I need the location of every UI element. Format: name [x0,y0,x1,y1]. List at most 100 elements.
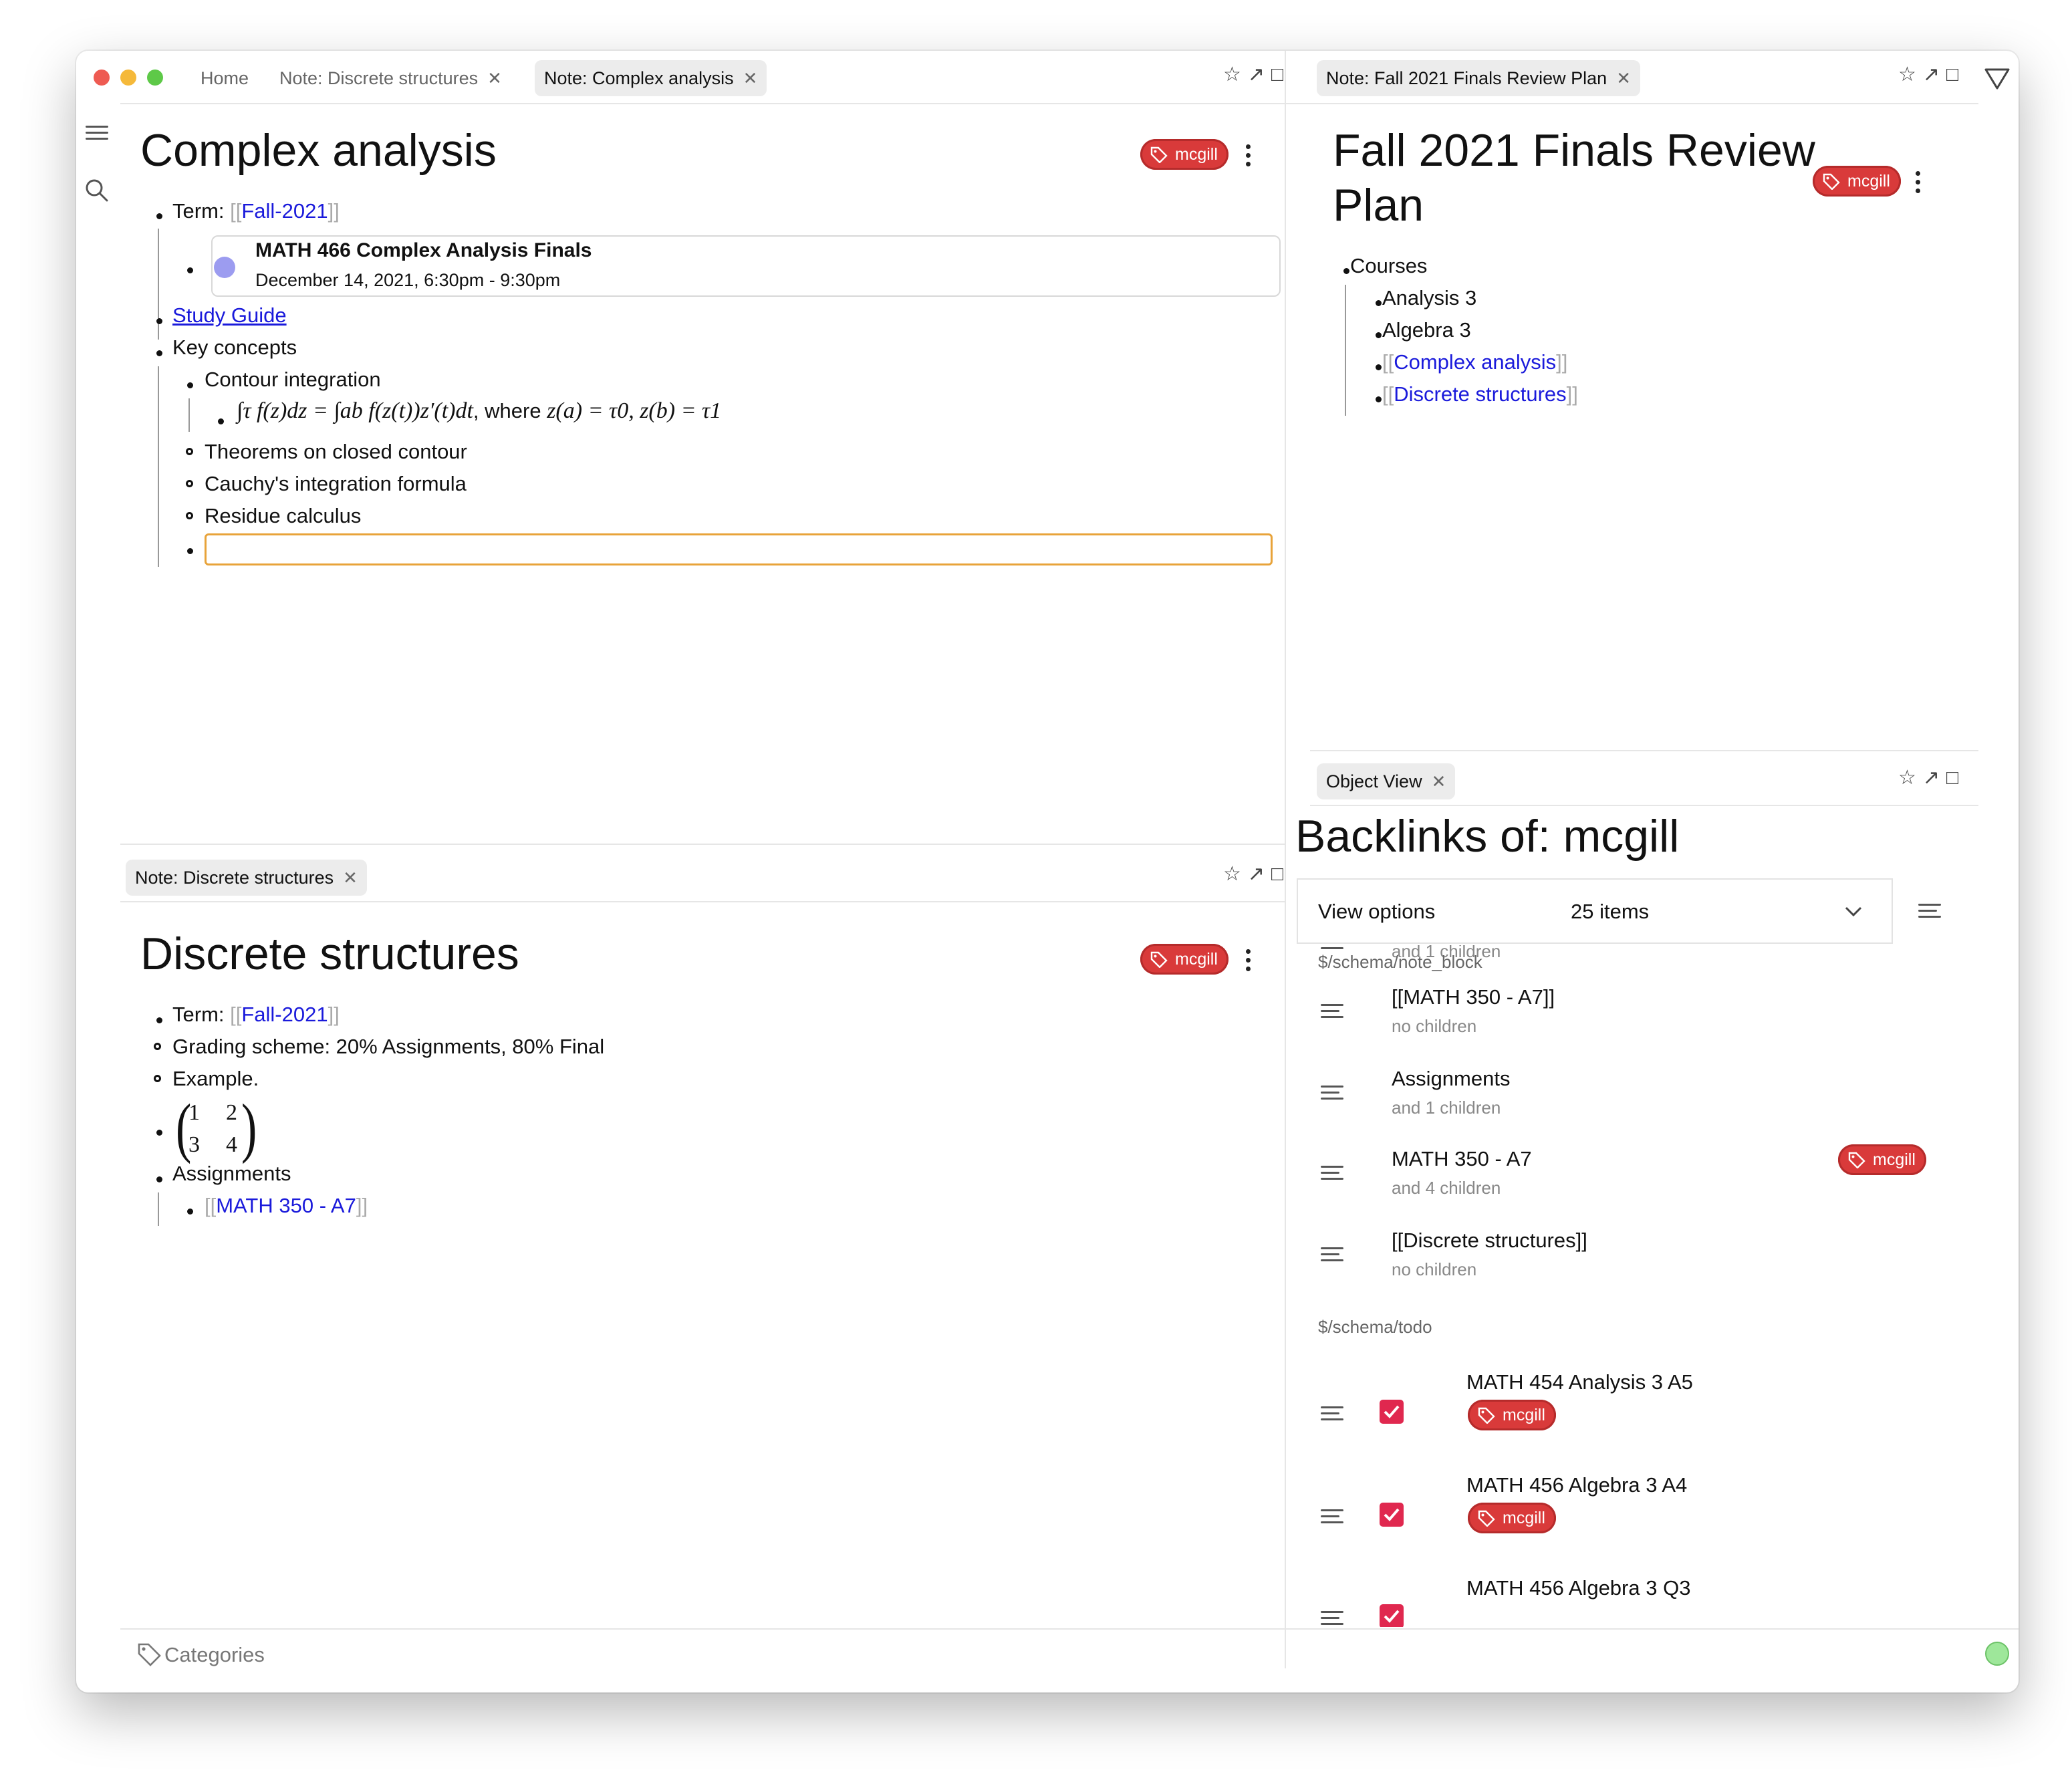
backlink-item-title[interactable]: Assignments [1392,1067,1510,1091]
more-options-icon[interactable] [1916,171,1921,197]
close-window-button[interactable] [94,70,110,86]
backlinks-list[interactable]: and 1 children $/schema/note_block [[MAT… [1297,945,1965,1627]
block-icon [1321,1247,1343,1265]
sync-status-indicator [1985,1642,2009,1666]
close-tab-icon[interactable]: ✕ [1432,771,1446,791]
star-icon[interactable]: ☆ [1898,64,1923,86]
tag-badge[interactable]: mcgill [1468,1503,1556,1533]
contour-label: Contour integration [205,368,381,391]
course-link-line: [[Discrete structures]] [1382,382,1578,406]
divider [1310,103,1978,104]
tab-fall-review-plan[interactable]: Note: Fall 2021 Finals Review Plan ✕ [1317,60,1640,96]
term-link[interactable]: Fall-2021 [241,199,328,223]
backlink-item-title[interactable]: [[Discrete structures]] [1392,1229,1587,1253]
tag-icon [1478,1510,1495,1527]
block-icon [1321,1004,1343,1022]
todo-title[interactable]: MATH 456 Algebra 3 A4 [1466,1473,1687,1497]
popout-icon[interactable]: ↗ [1923,64,1946,86]
cauchy-item: Cauchy's integration formula [205,472,467,495]
maximize-icon[interactable]: □ [1946,767,1965,789]
discrete-structures-link[interactable]: Discrete structures [1394,382,1566,406]
course-link-line: [[Complex analysis]] [1382,350,1568,374]
residue-item: Residue calculus [205,504,362,527]
close-tab-icon[interactable]: ✕ [1616,68,1631,88]
tab-discrete-structures[interactable]: Note: Discrete structures ✕ [270,60,511,96]
formula-lhs: ∫τ f(z)dz = ∫ab f(z(t))z′(t)dt [237,398,473,423]
tag-badge[interactable]: mcgill [1140,944,1228,975]
pane-splitter[interactable] [1285,51,1286,1668]
tag-badge[interactable]: mcgill [1140,139,1228,170]
tab-object-view[interactable]: Object View ✕ [1317,763,1456,799]
pane-controls[interactable]: ☆↗□ [1898,63,1965,86]
block-icon [1321,1086,1343,1104]
search-icon[interactable] [84,178,110,207]
pane-controls[interactable]: ☆↗□ [1223,63,1290,86]
tab-discrete-structures[interactable]: Note: Discrete structures ✕ [126,860,367,896]
note-title-line1: Fall 2021 Finals Review [1333,125,1815,176]
close-tab-icon[interactable]: ✕ [743,68,758,88]
close-tab-icon[interactable]: ✕ [487,68,502,88]
block-icon [1321,1166,1343,1184]
minimize-window-button[interactable] [120,70,136,86]
tab-complex-analysis[interactable]: Note: Complex analysis ✕ [535,60,767,96]
backlink-item-title[interactable]: [[MATH 350 - A7]] [1392,985,1555,1009]
study-guide-link[interactable]: Study Guide [172,303,287,328]
tag-icon [1150,146,1168,163]
new-block-input[interactable] [205,533,1273,565]
close-tab-icon[interactable]: ✕ [343,868,358,888]
filter-icon[interactable] [1984,67,2011,94]
courses-label: Courses [1350,254,1428,277]
backlink-item-sub: and 1 children [1392,1098,1501,1118]
app-window: Home Note: Discrete structures ✕ Note: Co… [76,51,2019,1692]
tag-badge[interactable]: mcgill [1838,1144,1926,1175]
maximize-icon[interactable]: □ [1271,64,1290,86]
todo-title[interactable]: MATH 454 Analysis 3 A5 [1466,1370,1693,1394]
todo-checkbox[interactable] [1380,1400,1404,1424]
complex-analysis-link[interactable]: Complex analysis [1394,350,1556,374]
more-options-icon[interactable] [1246,144,1251,170]
tag-badge[interactable]: mcgill [1813,166,1901,197]
formula-rhs: z(a) = τ0, z(b) = τ1 [547,398,722,423]
star-icon[interactable]: ☆ [1223,863,1248,885]
items-count: 25 items [1571,900,1650,923]
divider [1310,750,1978,751]
list-view-icon[interactable] [1918,904,1941,922]
todo-checkbox[interactable] [1380,1503,1404,1527]
backlinks-title: Backlinks of: mcgill [1295,811,1680,862]
star-icon[interactable]: ☆ [1898,767,1923,789]
todo-title[interactable]: MATH 456 Algebra 3 Q3 [1466,1576,1690,1600]
pane-controls[interactable]: ☆↗□ [1223,862,1290,886]
tag-icon [1823,173,1840,190]
backlink-item-title[interactable]: MATH 350 - A7 [1392,1147,1532,1171]
theorems-item: Theorems on closed contour [205,440,467,463]
popout-icon[interactable]: ↗ [1248,863,1271,885]
tab-home[interactable]: Home [191,60,258,96]
zoom-window-button[interactable] [147,70,163,86]
term-link[interactable]: Fall-2021 [241,1003,328,1026]
matrix: ( 1 2 3 4 ) [175,1090,257,1164]
course-item: Analysis 3 [1382,286,1477,309]
star-icon[interactable]: ☆ [1223,64,1248,86]
divider [1310,805,1978,806]
tag-icon [1848,1152,1865,1168]
calendar-event-card[interactable]: MATH 466 Complex Analysis Finals Decembe… [211,235,1281,297]
event-color-dot [214,257,235,278]
popout-icon[interactable]: ↗ [1248,64,1271,86]
categories-button[interactable]: Categories [164,1643,265,1667]
tag-badge[interactable]: mcgill [1468,1400,1556,1430]
tag-outline-icon [136,1642,163,1670]
popout-icon[interactable]: ↗ [1923,767,1946,789]
pane-controls[interactable]: ☆↗□ [1898,766,1965,789]
group-header: $/schema/note_block [1318,952,1482,972]
more-options-icon[interactable] [1246,949,1251,975]
todo-checkbox[interactable] [1380,1604,1404,1627]
maximize-icon[interactable]: □ [1271,863,1290,885]
grading-item: Grading scheme: 20% Assignments, 80% Fin… [172,1035,605,1058]
maximize-icon[interactable]: □ [1946,64,1965,86]
block-icon [1321,1406,1343,1424]
view-options-dropdown[interactable]: View options 25 items [1297,878,1893,944]
term-line: Term: [[Fall-2021]] [172,1003,340,1026]
assignment-link[interactable]: MATH 350 - A7 [216,1194,356,1217]
example-item: Example. [172,1067,259,1090]
hamburger-icon[interactable] [86,126,108,144]
